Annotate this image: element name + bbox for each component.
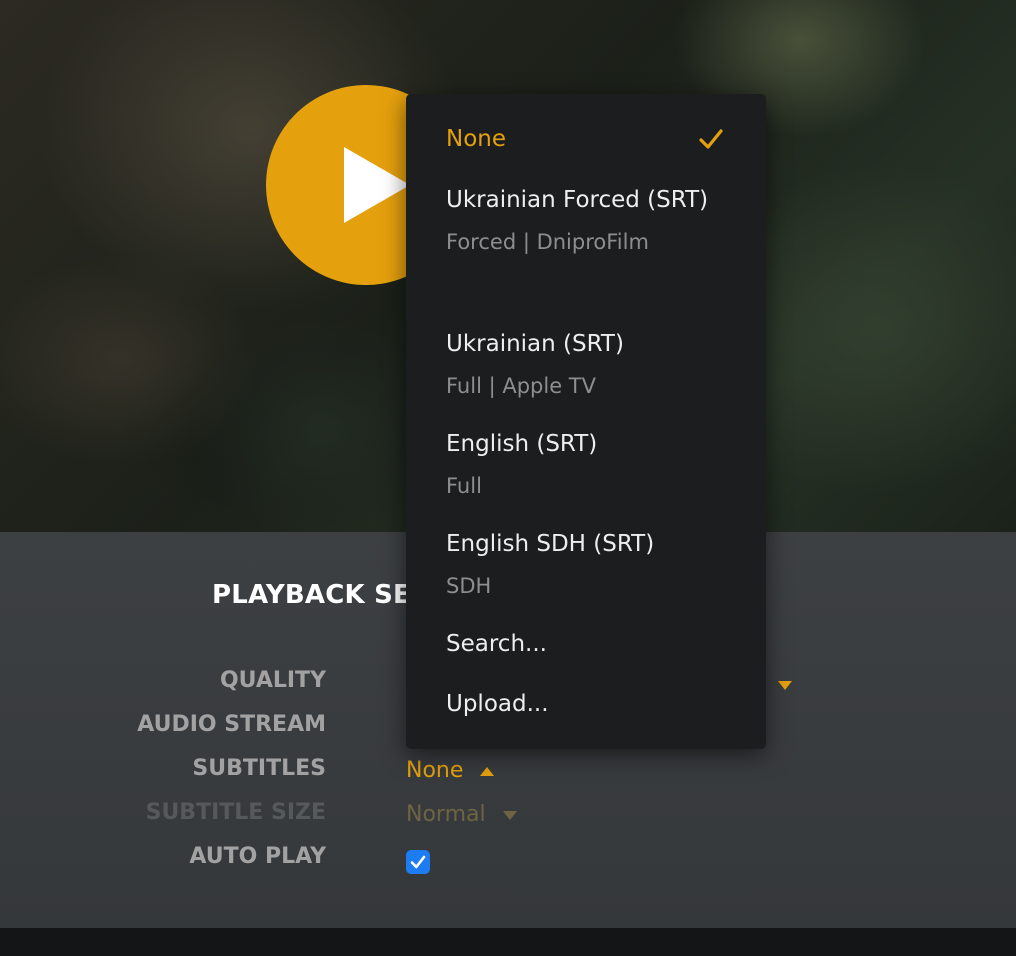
option-title: English SDH (SRT)	[446, 531, 655, 557]
option-subtitle: Full | Apple TV	[446, 374, 596, 398]
subtitle-size-label: SUBTITLE SIZE	[145, 800, 326, 825]
option-title: Upload...	[446, 691, 549, 717]
chevron-up-icon	[480, 766, 495, 776]
subtitle-option-search[interactable]: Search...	[446, 623, 746, 666]
subtitles-label: SUBTITLES	[192, 756, 326, 781]
check-icon	[699, 129, 723, 149]
subtitle-option-upload[interactable]: Upload...	[446, 683, 746, 726]
bottom-bar	[0, 928, 1016, 956]
chevron-down-icon	[502, 810, 517, 820]
option-subtitle: SDH	[446, 574, 492, 598]
subtitle-size-value: Normal	[406, 802, 486, 827]
subtitle-size-select[interactable]: Normal	[406, 802, 517, 827]
subtitles-select[interactable]: None	[406, 758, 495, 783]
option-title: Search...	[446, 631, 547, 657]
checkmark-icon	[410, 855, 426, 869]
option-title: English (SRT)	[446, 431, 598, 457]
auto-play-label: AUTO PLAY	[189, 844, 326, 869]
audio-stream-label: AUDIO STREAM	[137, 712, 326, 737]
subtitle-option-ukrainian[interactable]: Ukrainian (SRT) Full | Apple TV	[446, 323, 746, 406]
subtitle-option-ukrainian-forced[interactable]: Ukrainian Forced (SRT) Forced | DniproFi…	[446, 179, 746, 262]
quality-label: QUALITY	[219, 668, 326, 693]
option-subtitle: Full	[446, 474, 482, 498]
subtitle-option-english[interactable]: English (SRT) Full	[446, 423, 746, 506]
subtitles-dropdown-menu: None Ukrainian Forced (SRT) Forced | Dni…	[406, 94, 766, 749]
play-icon	[344, 147, 410, 223]
subtitles-value: None	[406, 758, 464, 783]
subtitle-option-english-sdh[interactable]: English SDH (SRT) SDH	[446, 523, 746, 606]
chevron-down-icon	[777, 680, 792, 690]
auto-play-checkbox[interactable]	[406, 850, 430, 874]
option-title: Ukrainian Forced (SRT)	[446, 187, 709, 213]
panel-title: PLAYBACK SE	[212, 580, 411, 610]
option-title: Ukrainian (SRT)	[446, 331, 624, 357]
option-subtitle: Forced | DniproFilm	[446, 230, 649, 254]
